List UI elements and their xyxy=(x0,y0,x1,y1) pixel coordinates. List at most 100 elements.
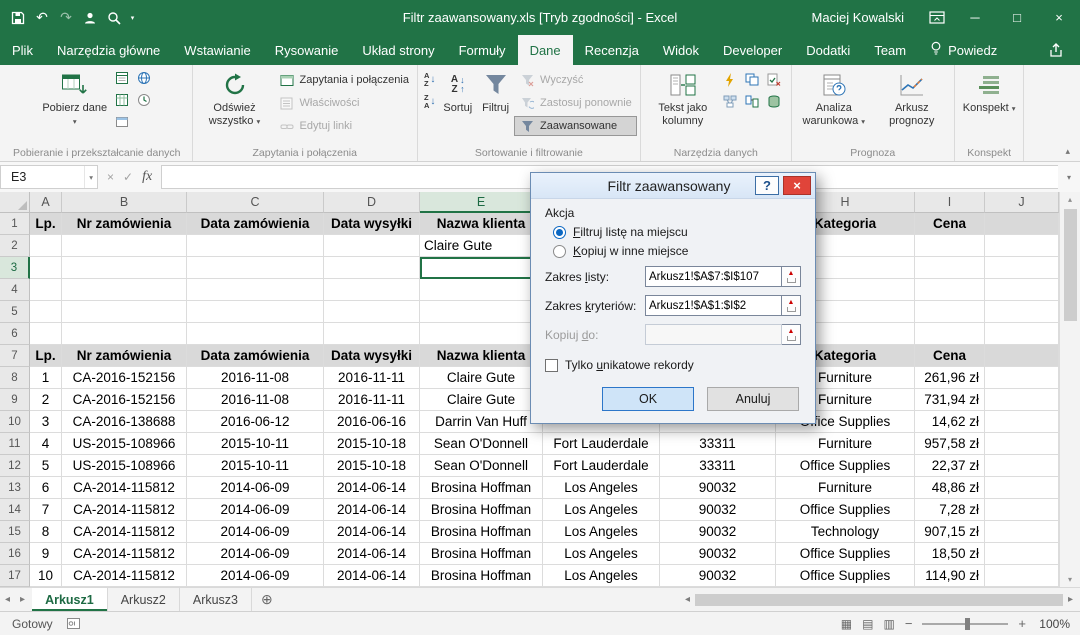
zoom-out-icon[interactable]: − xyxy=(905,616,913,631)
restore-button[interactable]: □ xyxy=(996,0,1038,35)
cell-G13[interactable]: 90032 xyxy=(660,477,776,499)
cell-H13[interactable]: Furniture xyxy=(776,477,915,499)
hscroll-right-icon[interactable]: ▸ xyxy=(1063,594,1078,605)
cell-E9[interactable]: Claire Gute xyxy=(420,389,543,411)
cell-D16[interactable]: 2014-06-14 xyxy=(324,543,420,565)
row-header-7[interactable]: 7 xyxy=(0,345,30,367)
name-box-dropdown-icon[interactable]: ▾ xyxy=(84,166,97,188)
cell-E12[interactable]: Sean O'Donnell xyxy=(420,455,543,477)
cell-D2[interactable] xyxy=(324,235,420,257)
cell-A10[interactable]: 3 xyxy=(30,411,62,433)
cell-C5[interactable] xyxy=(187,301,324,323)
cell-D10[interactable]: 2016-06-16 xyxy=(324,411,420,433)
horizontal-scrollbar[interactable]: ◂ ▸ xyxy=(680,588,1080,611)
macro-record-icon[interactable] xyxy=(67,618,80,629)
cell-B2[interactable] xyxy=(62,235,187,257)
cell-D7[interactable]: Data wysyłki xyxy=(324,345,420,367)
existing-connections-icon[interactable] xyxy=(114,114,130,129)
what-if-analysis-button[interactable]: Analiza warunkowa ▾ xyxy=(795,66,873,145)
cell-E5[interactable] xyxy=(420,301,543,323)
advanced-filter-button[interactable]: Zaawansowane xyxy=(514,116,637,136)
column-header-J[interactable]: J xyxy=(985,192,1059,213)
cell-J5[interactable] xyxy=(985,301,1059,323)
filter-in-place-radio[interactable]: Filtruj listę na miejscu xyxy=(553,225,801,239)
cell-A8[interactable]: 1 xyxy=(30,367,62,389)
cell-I10[interactable]: 14,62 zł xyxy=(915,411,985,433)
scroll-up-icon[interactable]: ▴ xyxy=(1068,192,1072,207)
ribbon-display-options-icon[interactable] xyxy=(920,0,954,35)
hscroll-left-icon[interactable]: ◂ xyxy=(680,594,695,605)
cell-I4[interactable] xyxy=(915,279,985,301)
text-to-columns-button[interactable]: Tekst jako kolumny xyxy=(644,66,722,145)
redo-icon[interactable]: ↷ xyxy=(55,5,77,31)
cell-C10[interactable]: 2016-06-12 xyxy=(187,411,324,433)
cell-I11[interactable]: 957,58 zł xyxy=(915,433,985,455)
cell-I1[interactable]: Cena xyxy=(915,213,985,235)
cell-H15[interactable]: Technology xyxy=(776,521,915,543)
cell-I2[interactable] xyxy=(915,235,985,257)
cell-C15[interactable]: 2014-06-09 xyxy=(187,521,324,543)
cell-G11[interactable]: 33311 xyxy=(660,433,776,455)
cell-E3[interactable] xyxy=(420,257,543,279)
from-table-icon[interactable] xyxy=(114,92,130,107)
column-header-E[interactable]: E xyxy=(420,192,543,213)
cell-D5[interactable] xyxy=(324,301,420,323)
cell-H11[interactable]: Furniture xyxy=(776,433,915,455)
insert-function-icon[interactable]: fx xyxy=(142,169,152,185)
cell-E10[interactable]: Darrin Van Huff xyxy=(420,411,543,433)
cell-C11[interactable]: 2015-10-11 xyxy=(187,433,324,455)
tab-narzędzia-główne[interactable]: Narzędzia główne xyxy=(45,35,172,65)
properties-button[interactable]: Właściwości xyxy=(274,93,414,113)
copy-to-picker-button[interactable]: ▲ xyxy=(782,324,801,345)
cell-A4[interactable] xyxy=(30,279,62,301)
cell-I17[interactable]: 114,90 zł xyxy=(915,565,985,587)
enter-formula-icon[interactable]: ✓ xyxy=(123,170,133,184)
cell-E17[interactable]: Brosina Hoffman xyxy=(420,565,543,587)
cell-C3[interactable] xyxy=(187,257,324,279)
cell-J11[interactable] xyxy=(985,433,1059,455)
cell-B9[interactable]: CA-2016-152156 xyxy=(62,389,187,411)
cell-I5[interactable] xyxy=(915,301,985,323)
tab-rysowanie[interactable]: Rysowanie xyxy=(263,35,351,65)
cell-B4[interactable] xyxy=(62,279,187,301)
formula-bar-expand-icon[interactable]: ▾ xyxy=(1058,173,1080,182)
cell-B7[interactable]: Nr zamówienia xyxy=(62,345,187,367)
cell-I16[interactable]: 18,50 zł xyxy=(915,543,985,565)
cell-D1[interactable]: Data wysyłki xyxy=(324,213,420,235)
sheet-nav-left-icon[interactable]: ◂ xyxy=(0,588,15,611)
data-validation-icon[interactable] xyxy=(766,72,782,87)
print-preview-icon[interactable] xyxy=(103,5,125,31)
cell-A15[interactable]: 8 xyxy=(30,521,62,543)
tab-developer[interactable]: Developer xyxy=(711,35,794,65)
sheet-tab-arkusz2[interactable]: Arkusz2 xyxy=(108,588,180,611)
column-header-A[interactable]: A xyxy=(30,192,62,213)
cell-G17[interactable]: 90032 xyxy=(660,565,776,587)
vertical-scroll-thumb[interactable] xyxy=(1064,209,1077,321)
cell-D12[interactable]: 2015-10-18 xyxy=(324,455,420,477)
remove-duplicates-icon[interactable] xyxy=(744,72,760,87)
cell-J10[interactable] xyxy=(985,411,1059,433)
cell-D11[interactable]: 2015-10-18 xyxy=(324,433,420,455)
collapse-ribbon-icon[interactable]: ▴ xyxy=(1065,146,1070,157)
cell-A6[interactable] xyxy=(30,323,62,345)
dialog-title-bar[interactable]: Filtr zaawansowany ? × xyxy=(531,173,815,199)
cell-I3[interactable] xyxy=(915,257,985,279)
name-box[interactable]: E3 ▾ xyxy=(0,165,98,189)
cell-C8[interactable]: 2016-11-08 xyxy=(187,367,324,389)
cell-C13[interactable]: 2014-06-09 xyxy=(187,477,324,499)
cell-F17[interactable]: Los Angeles xyxy=(543,565,660,587)
minimize-button[interactable]: ─ xyxy=(954,0,996,35)
zoom-in-icon[interactable]: + xyxy=(1018,616,1026,631)
zoom-level[interactable]: 100% xyxy=(1036,617,1070,631)
cell-F14[interactable]: Los Angeles xyxy=(543,499,660,521)
sort-button[interactable]: AZ ↓↑ Sortuj xyxy=(438,66,477,145)
tab-dane[interactable]: Dane xyxy=(518,35,573,65)
row-header-11[interactable]: 11 xyxy=(0,433,30,455)
row-header-17[interactable]: 17 xyxy=(0,565,30,587)
cell-I14[interactable]: 7,28 zł xyxy=(915,499,985,521)
row-header-2[interactable]: 2 xyxy=(0,235,30,257)
cell-A12[interactable]: 5 xyxy=(30,455,62,477)
cell-I7[interactable]: Cena xyxy=(915,345,985,367)
cell-G15[interactable]: 90032 xyxy=(660,521,776,543)
row-header-15[interactable]: 15 xyxy=(0,521,30,543)
